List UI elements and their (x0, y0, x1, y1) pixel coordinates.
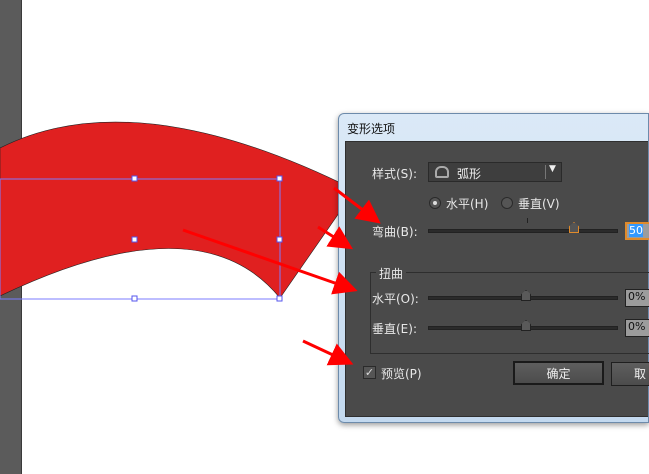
arrow-to-preview (302, 339, 354, 366)
arrow-to-distortion (182, 228, 358, 295)
arrow-to-bend (333, 186, 381, 224)
annotation-arrows (182, 186, 381, 366)
arrow-to-panel (317, 225, 354, 250)
